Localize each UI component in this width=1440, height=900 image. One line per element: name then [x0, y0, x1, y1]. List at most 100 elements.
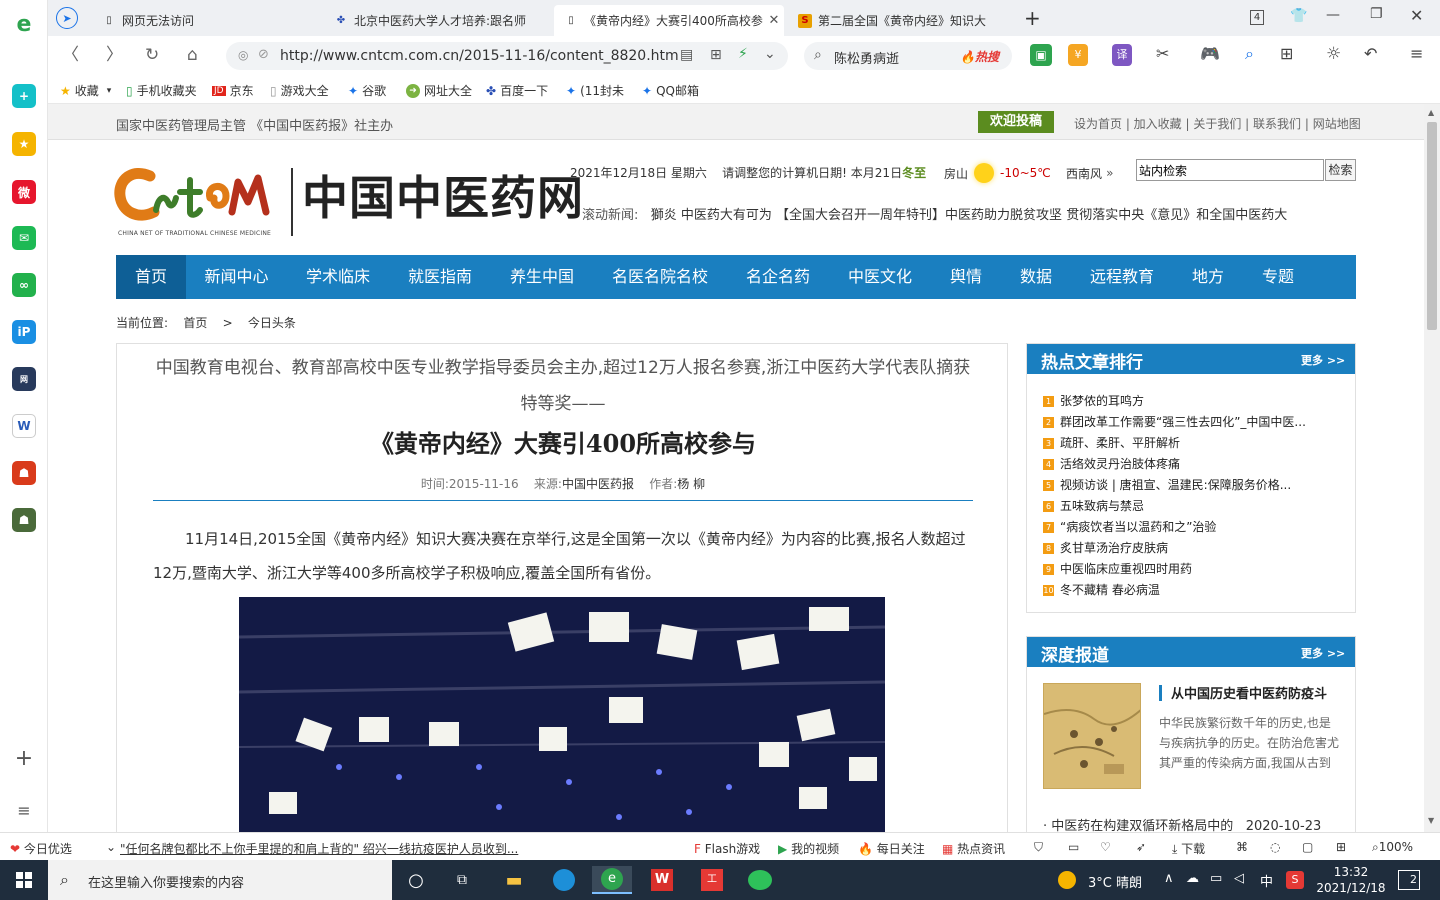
nav-companies[interactable]: 名企名药 [727, 255, 829, 299]
dropdown-icon[interactable]: ⌄ [764, 46, 776, 62]
nav-news[interactable]: 新闻中心 [186, 255, 287, 299]
address-bar[interactable]: ◎ ⊘ http://www.cntcm.com.cn/2015-11-16/c… [226, 42, 788, 70]
taskbar-search[interactable]: ⌕ 在这里输入你要搜索的内容 [48, 860, 392, 900]
site-top-links[interactable]: 设为首页 | 加入收藏 | 关于我们 | 联系我们 | 网站地图 [1074, 115, 1361, 132]
tray-chevron-icon[interactable]: ∧ [1164, 871, 1174, 886]
favorite-star-icon[interactable]: ★ [12, 132, 36, 156]
status-news-link[interactable]: "任何名牌包都比不上你手里提的和肩上背的" 绍兴一线抗疫医护人员收到... [120, 840, 520, 857]
gamepad-small-icon[interactable]: ⌘ [1236, 840, 1248, 854]
main-menu-icon[interactable]: ≡ [1410, 44, 1423, 63]
sogou-icon[interactable]: S [1286, 871, 1304, 889]
hot-more-link[interactable]: 更多 >> [1301, 352, 1345, 368]
nav-data[interactable]: 数据 [1001, 255, 1071, 299]
my-video[interactable]: ▶ 我的视频 [778, 840, 839, 857]
cortana-icon[interactable]: ○ [400, 866, 432, 894]
nav-culture[interactable]: 中医文化 [829, 255, 931, 299]
security-icon[interactable]: ◎ [238, 48, 248, 62]
add-sidebar-icon[interactable]: + [12, 746, 36, 771]
scroll-up-icon[interactable]: ▲ [1428, 108, 1434, 117]
tab-count-badge[interactable]: 4 [1250, 10, 1264, 25]
hot-item-title[interactable]: 炙甘草汤治疗皮肤病 [1060, 541, 1168, 555]
hot-item-6[interactable]: 6 五味致病与禁忌 [1043, 497, 1323, 514]
deep-news-title[interactable]: 中医药在构建双循环新格局中的 [1051, 819, 1233, 832]
hot-item-9[interactable]: 9 中医临床应重视四时用药 [1043, 560, 1323, 577]
apps-grid-icon[interactable]: ⊞ [1280, 44, 1293, 63]
nav-opinion[interactable]: 舆情 [931, 255, 1001, 299]
grid-icon[interactable]: ⊞ [710, 47, 722, 63]
download[interactable]: ⤓ 下载 [1172, 840, 1205, 857]
hot-item-title[interactable]: 活络效灵丹治肢体疼痛 [1060, 457, 1180, 471]
hot-item-10[interactable]: 10 冬不藏精 春必病温 [1043, 581, 1323, 598]
taskbar-weather[interactable]: 3°C 晴朗 [1088, 872, 1142, 891]
tab-1[interactable]: ▯ 网页无法访问 [92, 5, 322, 36]
restore-icon[interactable]: ❐ [1370, 6, 1383, 22]
browser-360-icon[interactable]: e [592, 866, 632, 894]
shield-icon[interactable]: ⛉ [1034, 840, 1043, 855]
scroll-news-ticker[interactable]: 滚动新闻: 獅炎 中医药大有可为 【全国大会召开一周年特刊】中医药助力脱贫攻坚 … [582, 204, 1358, 223]
site-search-input[interactable] [1136, 159, 1324, 181]
undo-icon[interactable]: ↶ [1364, 44, 1377, 63]
tab-4[interactable]: S 第二届全国《黄帝内经》知识大 [788, 5, 998, 36]
flash-games[interactable]: F Flash游戏 [694, 840, 760, 857]
back-icon[interactable]: 〈 [62, 46, 79, 64]
link-icon[interactable]: ∞ [12, 273, 36, 297]
deep-news-item[interactable]: · 中医药在构建双循环新格局中的 2020-10-23 [1043, 815, 1353, 832]
weather-sun-icon[interactable] [1058, 871, 1076, 889]
volume-icon[interactable]: ◁ [1234, 871, 1244, 886]
search-box[interactable]: ⌕ 陈松勇病逝 🔥热搜 [804, 42, 1012, 70]
tab-2[interactable]: ✤ 北京中医药大学人才培养:跟名师 [324, 5, 554, 36]
chevron-down-icon[interactable]: ⌄ [106, 840, 116, 854]
hot-search-badge[interactable]: 🔥热搜 [960, 48, 999, 65]
bookmark-hao[interactable]: ➜ 网址大全 [406, 82, 472, 99]
brightness-icon[interactable]: ☼ [1326, 44, 1341, 64]
bookmark-mobile[interactable]: ▯ 手机收藏夹 [126, 82, 197, 99]
deep-more-link[interactable]: 更多 >> [1301, 645, 1345, 661]
scroll-down-icon[interactable]: ▼ [1428, 816, 1434, 825]
scrollbar-thumb[interactable] [1427, 122, 1437, 330]
submit-article-button[interactable]: 欢迎投稿 [978, 111, 1055, 133]
hot-item-title[interactable]: 视频访谈 | 唐祖宣、温建民:保障服务价格... [1060, 478, 1291, 492]
grid-small-icon[interactable]: ⊞ [1336, 840, 1346, 854]
mail-icon[interactable]: ✉ [12, 226, 36, 250]
nav-academic[interactable]: 学术临床 [287, 255, 389, 299]
hot-item-title[interactable]: 疏肝、柔肝、平肝解析 [1060, 436, 1180, 450]
cloud-icon[interactable]: ☁ [1186, 871, 1199, 886]
edge-icon[interactable] [548, 866, 580, 894]
site-search-button[interactable]: 检索 [1325, 159, 1356, 181]
browser-logo-icon[interactable]: e [12, 12, 36, 37]
notification-center[interactable]: 2 [1398, 870, 1420, 890]
taskbar-clock[interactable]: 13:32 2021/12/18 [1316, 864, 1386, 896]
bookmark-google[interactable]: ✦ 谷歌 [348, 82, 386, 99]
plus-service-icon[interactable]: + [12, 84, 36, 108]
zoom-control[interactable]: ⌕100% [1372, 840, 1413, 855]
hot-item-1[interactable]: 1 张梦侬的耳鸣方 [1043, 392, 1323, 409]
green-app-icon[interactable]: ▣ [1030, 44, 1052, 66]
hot-item-3[interactable]: 3 疏肝、柔肝、平肝解析 [1043, 434, 1323, 451]
nav-topics[interactable]: 专题 [1243, 255, 1313, 299]
hot-item-title[interactable]: 群团改革工作需要“强三性去四化”_中国中医... [1060, 415, 1306, 429]
heart-outline-icon[interactable]: ♡ [1100, 840, 1111, 854]
hot-item-title[interactable]: 中医临床应重视四时用药 [1060, 562, 1192, 576]
word-doc-icon[interactable]: W [12, 414, 36, 438]
minimize-icon[interactable]: — [1326, 7, 1340, 23]
hot-item-title[interactable]: 冬不藏精 春必病温 [1060, 583, 1160, 597]
new-tab-icon[interactable]: + [1024, 6, 1041, 30]
weibo-icon[interactable]: 微 [12, 180, 36, 204]
search-input[interactable]: 陈松勇病逝 [834, 48, 899, 67]
navigate-icon[interactable]: ➤ [56, 7, 78, 29]
nav-doctors[interactable]: 名医名院名校 [593, 255, 727, 299]
hot-item-4[interactable]: 4 活络效灵丹治肢体疼痛 [1043, 455, 1323, 472]
bookmark-jd[interactable]: JD 京东 [212, 82, 254, 99]
gamepad-icon[interactable]: 🎮 [1200, 44, 1220, 63]
scroll-news-text[interactable]: 獅炎 中医药大有可为 【全国大会召开一周年特刊】中医药助力脱贫攻坚 贯彻落实中央… [651, 208, 1287, 223]
feature-thumbnail[interactable] [1043, 683, 1141, 789]
network-icon[interactable]: ▭ [1210, 871, 1222, 886]
sidebar-menu-icon[interactable]: ≡ [12, 798, 36, 822]
games-icon[interactable]: 网 [12, 367, 36, 391]
reader-mode-icon[interactable]: ▤ [680, 47, 693, 63]
shirt-skin-icon[interactable]: 👕 [1290, 8, 1307, 24]
breadcrumb-home[interactable]: 首页 [183, 316, 207, 330]
sound-icon[interactable]: ◌ [1270, 840, 1280, 854]
nav-local[interactable]: 地方 [1173, 255, 1243, 299]
task-view-icon[interactable]: ⧉ [446, 866, 478, 894]
